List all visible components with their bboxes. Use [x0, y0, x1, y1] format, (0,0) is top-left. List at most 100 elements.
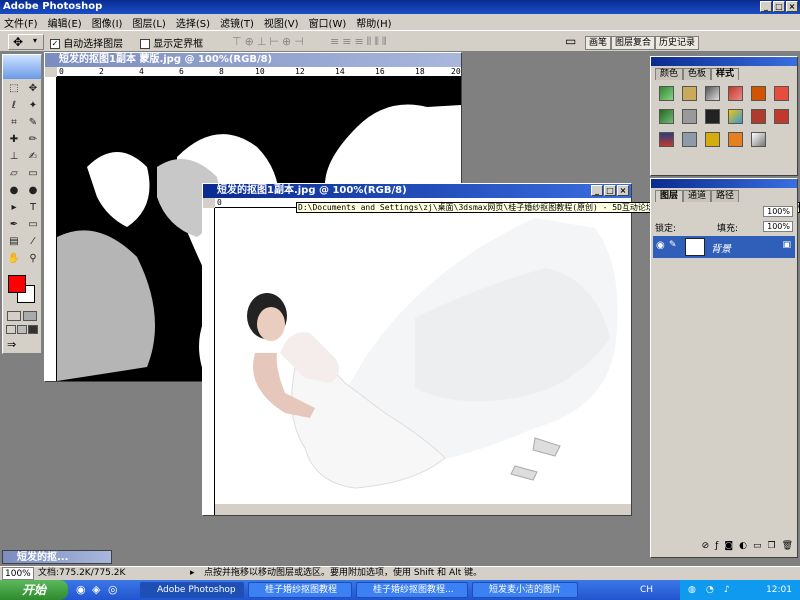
distribute-vcenter-icon[interactable]: ≡	[342, 35, 351, 49]
link-layers-icon[interactable]: ⊘	[702, 541, 710, 555]
magic-wand-tool-icon[interactable]: ✦	[24, 98, 42, 114]
shape-tool-icon[interactable]: ▭	[24, 217, 42, 233]
distribute-right-icon[interactable]: ⫴	[382, 35, 387, 49]
quicklaunch-icon[interactable]: ◎	[108, 583, 118, 596]
brush-tool-icon[interactable]: ✏	[24, 132, 42, 148]
menu-edit[interactable]: 编辑(E)	[48, 15, 82, 30]
marquee-tool-icon[interactable]: ⬚	[5, 81, 23, 97]
task-tutorial-2[interactable]: 桂子婚纱抠图教程...	[356, 582, 468, 598]
photo-canvas[interactable]	[215, 208, 631, 504]
crop-tool-icon[interactable]: ⌗	[5, 115, 23, 131]
minimize-button[interactable]: _	[760, 1, 772, 12]
minimize-button[interactable]: _	[591, 185, 603, 196]
zoom-field[interactable]: 100%	[2, 567, 34, 580]
style-swatch[interactable]	[682, 109, 697, 124]
adjustment-layer-icon[interactable]: ◐	[739, 541, 747, 555]
menu-file[interactable]: 文件(F)	[4, 15, 38, 30]
opacity-field[interactable]: 100%	[763, 206, 793, 217]
tray-icon[interactable]: ♪	[724, 580, 730, 600]
task-tutorial-1[interactable]: 桂子婚纱抠图教程	[248, 582, 352, 598]
tab-layers[interactable]: 图层	[655, 190, 684, 202]
hand-tool-icon[interactable]: ✋	[5, 251, 23, 267]
layers-palette[interactable]: 图层 通道 路径 100% 锁定: 填充: 100% ◉ ✎ 背景 ▣ ⊘ ƒ …	[650, 178, 798, 558]
eraser-tool-icon[interactable]: ▱	[5, 166, 23, 182]
style-swatch[interactable]	[774, 86, 789, 101]
minimized-document-window[interactable]: 短发的抠...	[2, 550, 112, 564]
palette-well-tab-brushes[interactable]: 画笔	[585, 36, 612, 50]
align-hcenter-icon[interactable]: ⊕	[282, 35, 291, 48]
eyedropper-tool-icon[interactable]: ⁄	[24, 234, 42, 250]
align-left-icon[interactable]: ⊢	[269, 35, 279, 48]
type-tool-icon[interactable]: T	[24, 200, 42, 216]
auto-select-layer-checkbox[interactable]: ✓	[50, 39, 60, 49]
align-bottom-icon[interactable]: ⊥	[257, 35, 267, 48]
maximize-button[interactable]: □	[604, 185, 616, 196]
document-titlebar[interactable]: 短发的抠图1副本.jpg @ 100%(RGB/8) _ □ ×	[203, 184, 631, 198]
quicklaunch-icon[interactable]: ◈	[92, 583, 100, 596]
foreground-color-swatch[interactable]	[8, 275, 26, 293]
style-swatch[interactable]	[659, 109, 674, 124]
clone-stamp-tool-icon[interactable]: ⊥	[5, 149, 23, 165]
play-icon[interactable]: ▸	[190, 567, 195, 580]
menu-image[interactable]: 图像(I)	[92, 15, 123, 30]
style-swatch[interactable]	[751, 132, 766, 147]
move-tool-icon[interactable]: ✥	[24, 81, 42, 97]
style-swatch[interactable]	[682, 132, 697, 147]
tab-styles[interactable]: 样式	[711, 68, 740, 80]
tab-paths[interactable]: 路径	[711, 190, 740, 202]
menu-filter[interactable]: 滤镜(T)	[220, 15, 254, 30]
layer-row-background[interactable]: ◉ ✎ 背景 ▣	[653, 236, 795, 258]
style-swatch[interactable]	[751, 109, 766, 124]
document-titlebar[interactable]: 短发的抠图1副本 蒙版.jpg @ 100%(RGB/8)	[45, 53, 461, 67]
style-swatch[interactable]	[682, 86, 697, 101]
task-pictures[interactable]: 短发麦小洁的图片	[472, 582, 578, 598]
tray-icon[interactable]: ◔	[706, 580, 714, 600]
task-photoshop[interactable]: Adobe Photoshop	[140, 582, 244, 598]
vertical-ruler[interactable]	[45, 77, 57, 381]
distribute-bottom-icon[interactable]: ≡	[354, 35, 363, 49]
close-button[interactable]: ×	[786, 1, 798, 12]
slice-tool-icon[interactable]: ✎	[24, 115, 42, 131]
menu-view[interactable]: 视图(V)	[264, 15, 299, 30]
new-group-icon[interactable]: ▭	[753, 541, 762, 555]
style-swatch[interactable]	[659, 132, 674, 147]
layer-style-icon[interactable]: ƒ	[715, 541, 718, 555]
distribute-hcenter-icon[interactable]: ⫴	[374, 35, 379, 49]
jump-to-imageready-icon[interactable]: ⇒	[3, 336, 41, 353]
clock[interactable]: 12:01	[766, 580, 792, 600]
add-mask-icon[interactable]: ◙	[724, 541, 733, 555]
horizontal-ruler[interactable]: 0 2 4 6 8 10 12 14 16 18 20	[57, 67, 461, 77]
file-browser-icon[interactable]: ▭	[565, 34, 576, 48]
full-screen-menu-mode-icon[interactable]	[17, 325, 27, 334]
maximize-button[interactable]: □	[773, 1, 785, 12]
distribute-left-icon[interactable]: ⫴	[367, 35, 372, 49]
dodge-tool-icon[interactable]: ●	[24, 183, 42, 199]
tab-color[interactable]: 颜色	[655, 68, 684, 80]
align-right-icon[interactable]: ⊣	[294, 35, 304, 48]
trash-icon[interactable]: 🗑	[782, 541, 793, 555]
document-window-photo[interactable]: 短发的抠图1副本.jpg @ 100%(RGB/8) _ □ × 0	[202, 183, 632, 516]
palette-well-tab-layer-comps[interactable]: 图层复合	[611, 36, 656, 50]
tab-channels[interactable]: 通道	[683, 190, 712, 202]
blur-tool-icon[interactable]: ●	[5, 183, 23, 199]
style-swatch[interactable]	[774, 109, 789, 124]
show-bounding-box-checkbox[interactable]	[140, 39, 150, 49]
quick-mask-mode-icon[interactable]	[23, 311, 37, 321]
eye-icon[interactable]: ◉	[656, 240, 665, 251]
align-vcenter-icon[interactable]: ⊕	[245, 35, 254, 48]
zoom-tool-icon[interactable]: ⚲	[24, 251, 42, 267]
fill-field[interactable]: 100%	[763, 221, 793, 232]
vertical-ruler[interactable]	[203, 208, 215, 515]
align-top-icon[interactable]: ⊤	[232, 35, 242, 48]
document-size[interactable]: 文档:775.2K/775.2K	[38, 567, 125, 580]
tab-swatches[interactable]: 色板	[683, 68, 712, 80]
style-swatch[interactable]	[705, 132, 720, 147]
style-swatch[interactable]	[728, 132, 743, 147]
style-swatch[interactable]	[728, 109, 743, 124]
palette-well-tab-history[interactable]: 历史记录	[655, 36, 700, 50]
pen-tool-icon[interactable]: ✒	[5, 217, 23, 233]
history-brush-tool-icon[interactable]: ✍	[24, 149, 42, 165]
styles-palette[interactable]: 颜色 色板 样式	[650, 56, 798, 176]
menu-window[interactable]: 窗口(W)	[309, 15, 347, 30]
tool-preset-picker[interactable]: ✥ ▾	[8, 34, 44, 50]
